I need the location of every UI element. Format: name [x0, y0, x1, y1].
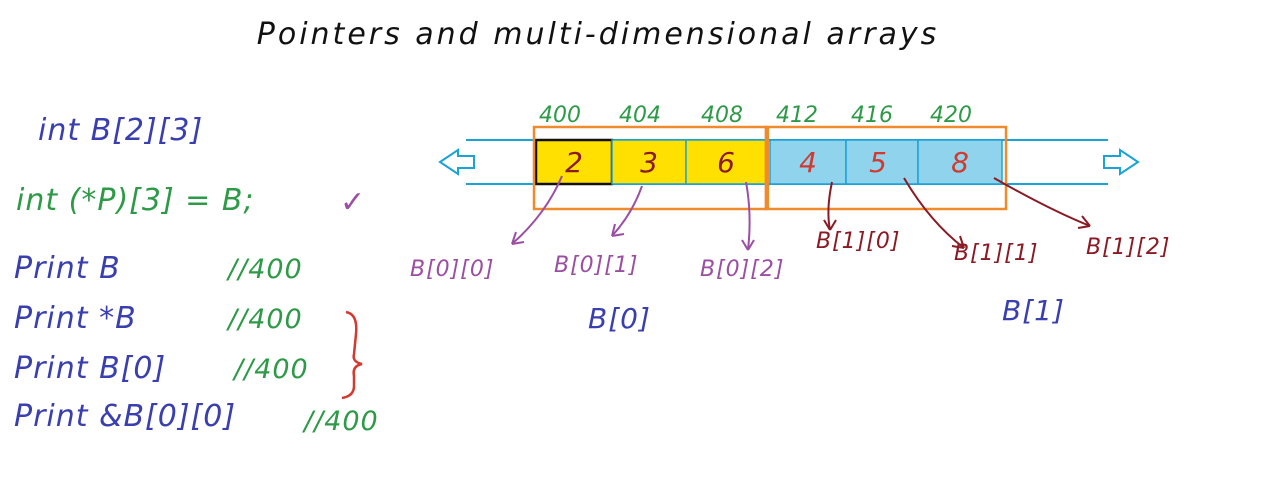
print-comment: //400 — [226, 254, 303, 285]
cell-value: 3 — [640, 146, 658, 179]
row-1-label: B[1] — [1002, 294, 1065, 327]
arrow-right-icon — [1103, 148, 1140, 176]
address-label: 412 — [776, 103, 818, 128]
pointer-arrow — [611, 185, 643, 237]
pointer-declaration: int (*P)[3] = B; — [16, 183, 255, 218]
page-title: Pointers and multi-dimensional arrays — [257, 17, 939, 52]
element-label: B[1][0] — [816, 229, 900, 254]
cell-value: 4 — [799, 146, 817, 179]
pointer-arrow — [741, 181, 755, 251]
element-label: B[0][0] — [410, 257, 494, 282]
element-label: B[0][1] — [554, 253, 638, 278]
print-stmt: Print *B — [14, 301, 137, 336]
cell-value: 2 — [565, 146, 583, 179]
print-stmt: Print B[0] — [14, 351, 166, 386]
cell-value: 6 — [717, 146, 735, 179]
cell-value: 5 — [869, 146, 887, 179]
address-label: 416 — [851, 103, 893, 128]
print-stmt: Print &B[0][0] — [14, 399, 236, 434]
row-0-label: B[0] — [588, 302, 651, 335]
element-label: B[1][2] — [1086, 235, 1170, 260]
arrow-left-icon — [438, 148, 475, 176]
whiteboard: Pointers and multi-dimensional arrays in… — [0, 0, 1276, 498]
element-label: B[1][1] — [954, 241, 1038, 266]
pointer-arrow — [823, 181, 837, 231]
whiteboard-drawing: Pointers and multi-dimensional arrays in… — [14, 17, 1170, 437]
address-label: 400 — [539, 103, 581, 128]
checkmark-icon: ✓ — [340, 185, 366, 220]
print-comment: //400 — [232, 354, 309, 385]
print-comment: //400 — [302, 406, 379, 437]
address-label: 404 — [619, 103, 661, 128]
print-stmt: Print B — [14, 251, 121, 286]
element-label: B[0][2] — [700, 257, 784, 282]
grouping-brace — [341, 310, 363, 400]
pointer-arrow — [903, 177, 965, 249]
address-label: 408 — [701, 103, 743, 128]
cell-value: 8 — [951, 146, 969, 179]
print-comment: //400 — [226, 304, 303, 335]
array-declaration: int B[2][3] — [38, 113, 203, 148]
address-label: 420 — [930, 103, 972, 128]
pointer-arrow — [993, 177, 1091, 229]
